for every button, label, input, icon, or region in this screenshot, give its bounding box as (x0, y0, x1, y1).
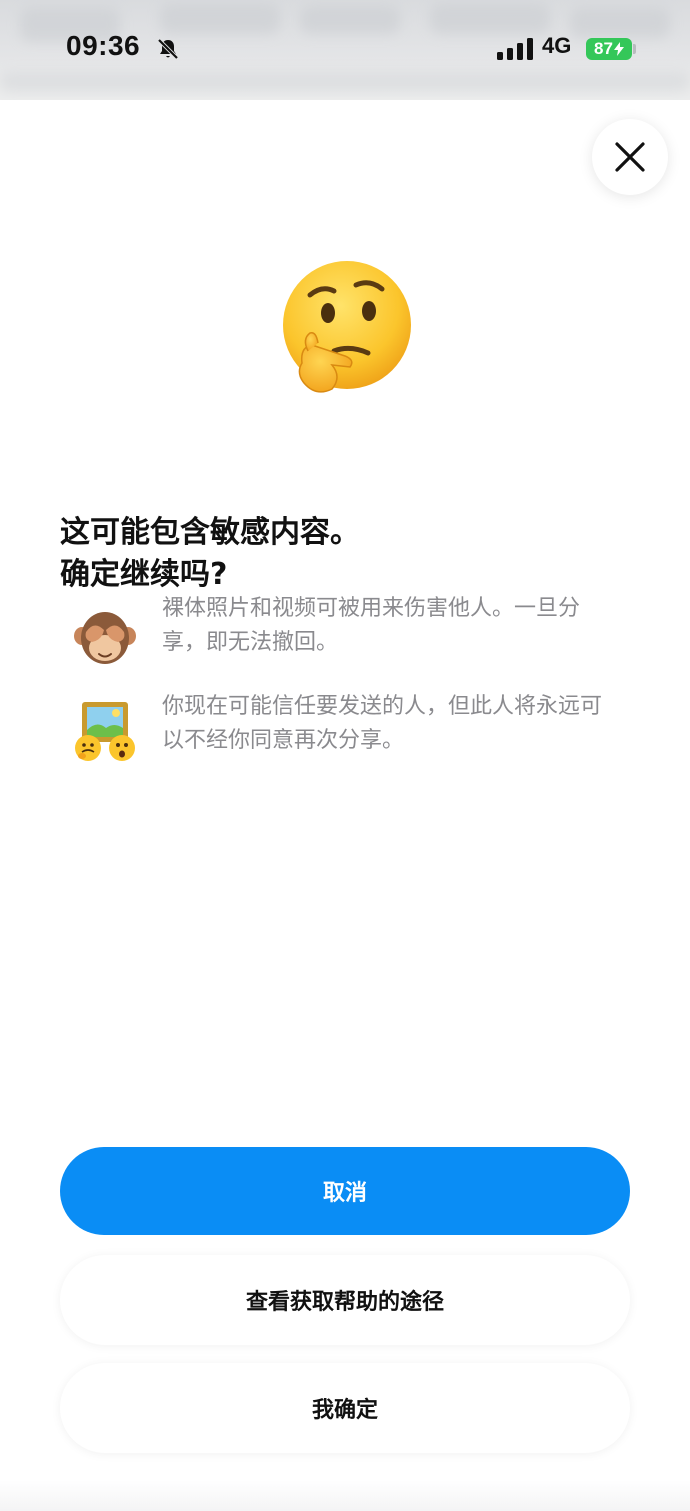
network-label: 4G (542, 33, 572, 58)
info-text: 裸体照片和视频可被用来伤害他人。一旦分享，即无法撤回。 (162, 596, 581, 655)
close-icon (615, 142, 645, 172)
charging-bolt-icon (613, 42, 624, 56)
cancel-button-label: 取消 (322, 1181, 367, 1206)
framed-picture-faces-icon (75, 702, 135, 761)
battery-tip (633, 44, 636, 54)
bottom-fade (0, 1480, 690, 1511)
dialog-title: 这可能包含敏感内容。 确定继续吗? (60, 470, 640, 596)
signal-icon (497, 38, 533, 60)
cancel-button[interactable]: 取消 (60, 1147, 630, 1235)
confirm-button[interactable]: 我确定 (60, 1363, 630, 1453)
battery-level: 87 (594, 39, 613, 58)
get-help-button[interactable]: 查看获取帮助的途径 (60, 1255, 630, 1345)
dialog-title-text: 这可能包含敏感内容。 确定继续吗? (60, 515, 360, 592)
info-text: 你现在可能信任要发送的人，但此人将永远可以不经你同意再次分享。 (162, 694, 603, 753)
bell-off-icon (157, 38, 179, 60)
battery-icon: 87 (586, 38, 632, 60)
status-bar: 09:36 4G 87 (0, 0, 690, 100)
see-no-evil-monkey-icon (74, 612, 136, 664)
close-button[interactable] (592, 119, 668, 195)
get-help-button-label: 查看获取帮助的途径 (245, 1290, 444, 1315)
status-time: 09:36 (66, 30, 141, 61)
confirm-button-label: 我确定 (311, 1398, 378, 1423)
thinking-face-icon (283, 261, 411, 393)
